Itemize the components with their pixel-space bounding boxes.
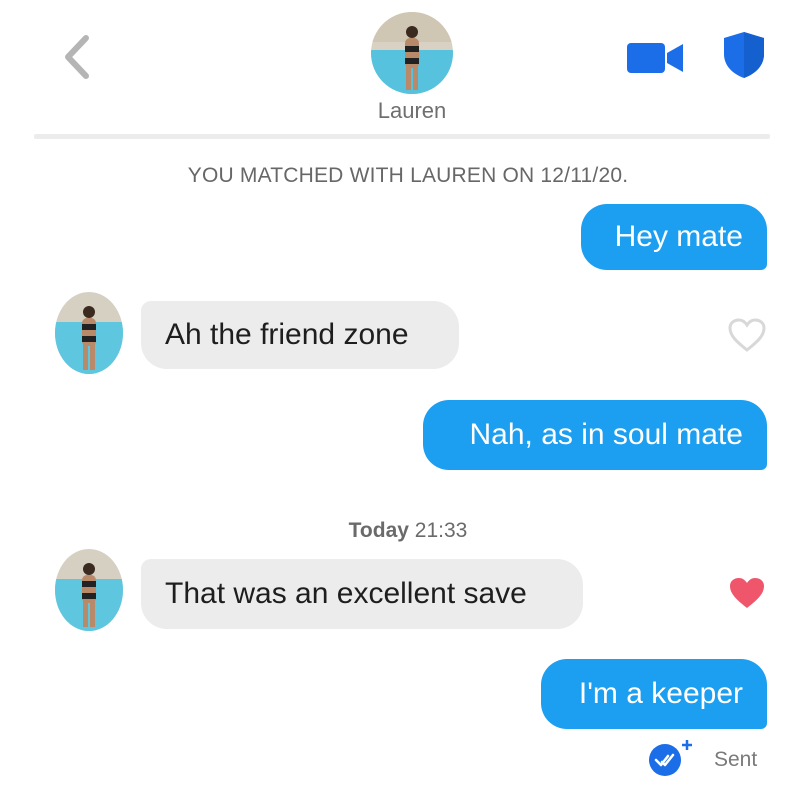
message-outgoing[interactable]: Hey mate	[581, 204, 767, 270]
timestamp-divider: Today 21:33	[348, 519, 468, 542]
match-name[interactable]: Lauren	[330, 98, 494, 124]
message-incoming[interactable]: Ah the friend zone	[141, 301, 459, 369]
message-outgoing[interactable]: I'm a keeper	[541, 659, 767, 729]
read-receipt-check-icon[interactable]	[647, 738, 695, 778]
sender-avatar[interactable]	[55, 292, 123, 374]
like-heart-outline-icon[interactable]	[727, 317, 767, 353]
sent-status: Sent	[714, 748, 758, 771]
header-divider	[34, 134, 770, 139]
sender-avatar[interactable]	[55, 549, 123, 631]
message-outgoing[interactable]: Nah, as in soul mate	[423, 400, 767, 470]
like-heart-filled-icon[interactable]	[727, 575, 767, 611]
profile-avatar[interactable]	[371, 12, 453, 94]
back-chevron-icon[interactable]	[58, 32, 98, 82]
match-notice: YOU MATCHED WITH LAUREN ON 12/11/20.	[187, 164, 629, 187]
message-incoming[interactable]: That was an excellent save	[141, 559, 583, 629]
video-call-icon[interactable]	[627, 40, 685, 76]
safety-shield-icon[interactable]	[721, 30, 767, 80]
